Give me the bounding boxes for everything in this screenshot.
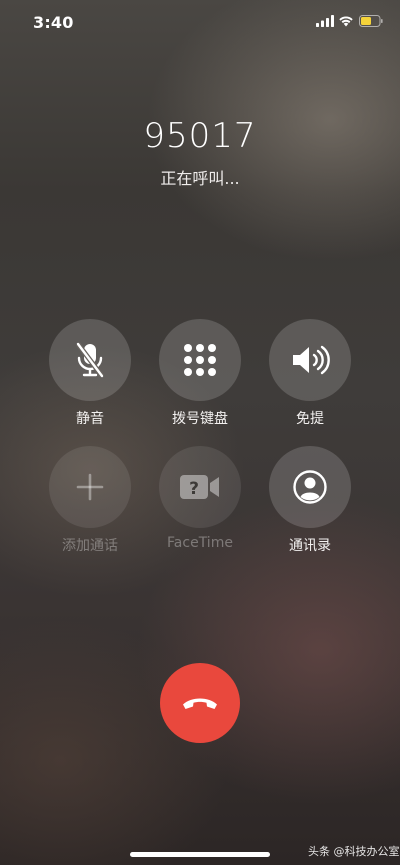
keypad-button[interactable] <box>159 319 241 401</box>
status-time: 3:40 <box>33 13 74 32</box>
caller-number: 95017 <box>143 116 257 156</box>
facetime-video-icon: ? <box>180 475 219 499</box>
facetime-button[interactable]: ? <box>159 446 241 528</box>
end-call-icon <box>183 698 217 709</box>
plus-icon <box>76 473 104 501</box>
add-call-button[interactable] <box>49 446 131 528</box>
mute-microphone-icon <box>76 342 104 378</box>
end-call-button[interactable] <box>160 663 240 743</box>
facetime-label: FaceTime <box>167 535 233 551</box>
mute-button[interactable] <box>49 319 131 401</box>
svg-text:?: ? <box>189 479 199 499</box>
contacts-label: 通讯录 <box>289 538 331 554</box>
call-status: 正在呼叫... <box>160 169 240 188</box>
status-bar: 3:40 <box>0 0 400 44</box>
contacts-button[interactable] <box>269 446 351 528</box>
mute-label: 静音 <box>76 411 104 427</box>
add-call-label: 添加通话 <box>62 538 118 554</box>
keypad-label: 拨号键盘 <box>172 411 228 427</box>
home-indicator[interactable] <box>130 852 270 857</box>
keypad-icon <box>184 344 216 376</box>
watermark: 头条 @科技办公室 <box>308 845 400 858</box>
battery-icon <box>359 15 383 27</box>
wifi-icon <box>339 16 353 27</box>
contacts-icon <box>293 470 327 504</box>
speaker-icon <box>293 345 330 375</box>
cellular-signal-icon <box>316 15 334 27</box>
speaker-label: 免提 <box>296 411 324 427</box>
speaker-button[interactable] <box>269 319 351 401</box>
